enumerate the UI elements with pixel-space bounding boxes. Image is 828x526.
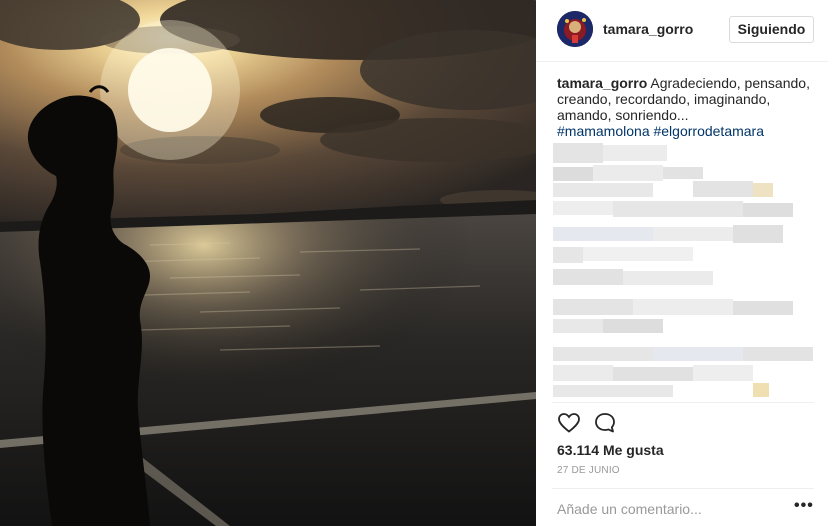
post-sidebar: tamara_gorro Siguiendo tamara_gorro Agra… [536, 0, 828, 526]
speech-bubble-icon[interactable] [593, 411, 617, 435]
post-date[interactable]: 27 DE JUNIO [557, 465, 620, 476]
comment-input[interactable]: Añade un comentario... [557, 501, 702, 517]
post-username[interactable]: tamara_gorro [603, 21, 693, 37]
avatar[interactable] [557, 11, 593, 47]
divider [552, 402, 814, 403]
heart-icon[interactable] [557, 411, 581, 435]
like-count[interactable]: 63.114 Me gusta [557, 442, 664, 458]
following-button[interactable]: Siguiendo [729, 16, 814, 43]
avatar-image [557, 11, 593, 47]
caption-hashtags[interactable]: #mamamolona #elgorrodetamara [557, 123, 764, 139]
post-header: tamara_gorro Siguiendo [536, 0, 828, 62]
post-photo[interactable] [0, 0, 536, 526]
caption-username[interactable]: tamara_gorro [557, 75, 647, 91]
more-options-icon[interactable]: ••• [794, 497, 814, 515]
divider [552, 488, 814, 489]
pixelated-comments [553, 143, 819, 400]
post-caption: tamara_gorro Agradeciendo, pensando, cre… [557, 75, 819, 139]
sunset-silhouette-image [0, 0, 536, 526]
